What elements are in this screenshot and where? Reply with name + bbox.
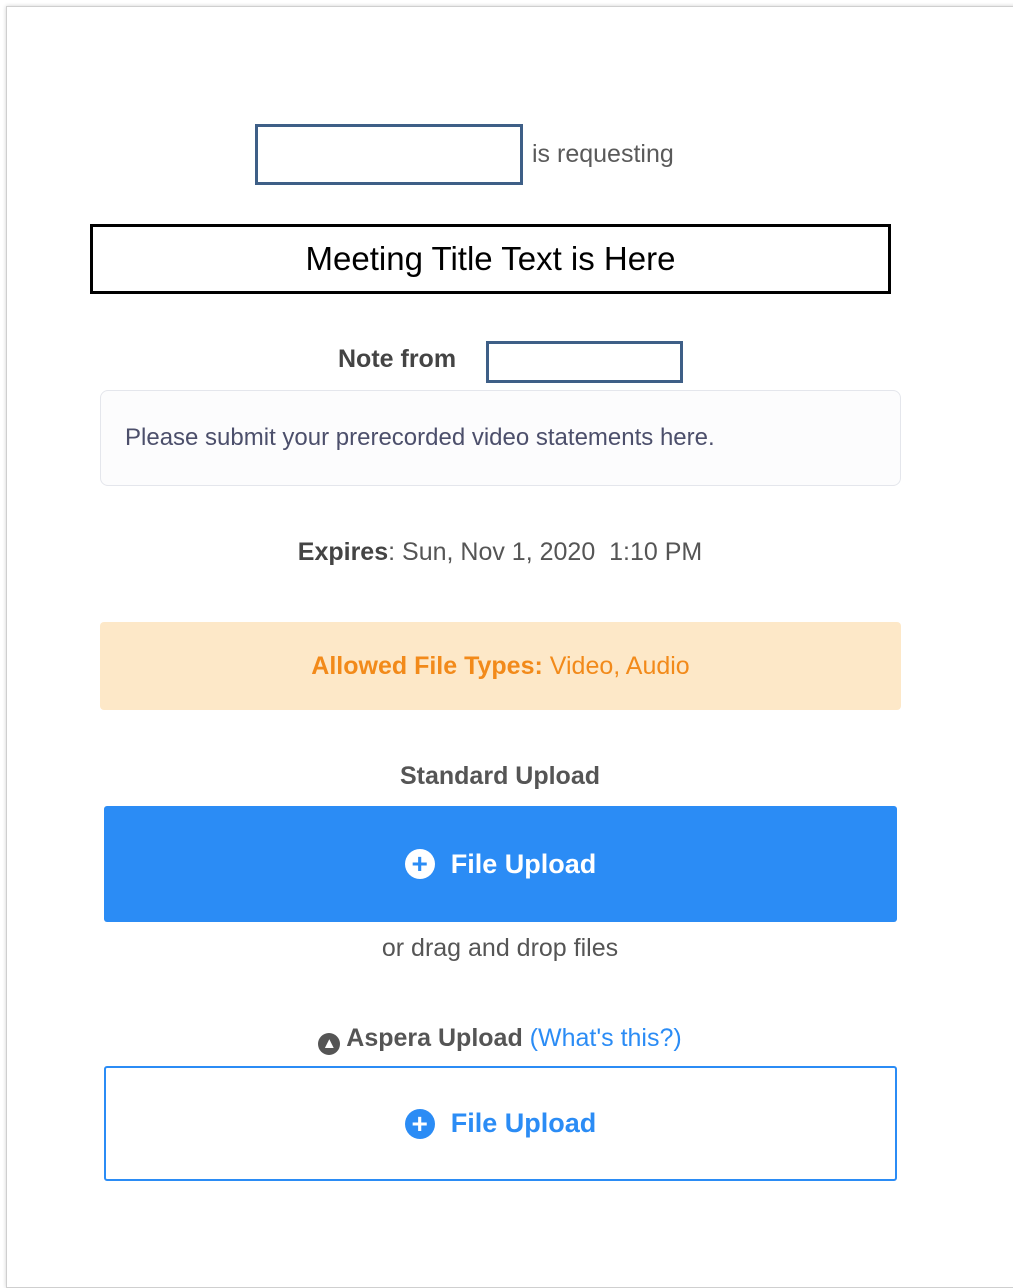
allowed-file-types-label: Allowed File Types:: [311, 651, 543, 680]
expires-line: Expires: Sun, Nov 1, 2020 1:10 PM: [0, 538, 1000, 567]
standard-upload-label: Standard Upload: [399, 762, 600, 790]
expires-value: Sun, Nov 1, 2020 1:10 PM: [402, 538, 703, 566]
aspera-file-upload-button[interactable]: + File Upload: [104, 1066, 897, 1181]
aspera-icon: ▲: [318, 1033, 341, 1055]
standard-file-upload-button[interactable]: + File Upload: [104, 806, 897, 922]
drag-drop-text: or drag and drop files: [381, 934, 619, 962]
allowed-file-types-value: Video, Audio: [549, 651, 690, 680]
standard-file-upload-label: File Upload: [450, 848, 597, 879]
note-message-box: Please submit your prerecorded video sta…: [100, 390, 901, 486]
meeting-title: Meeting Title Text is Here: [90, 224, 891, 294]
aspera-upload-header: ▲ Aspera Upload (What's this?): [0, 1024, 1000, 1055]
aspera-upload-label: Aspera Upload: [346, 1024, 523, 1052]
redacted-note-author: [486, 341, 683, 383]
plus-circle-icon: +: [404, 849, 435, 879]
note-message: Please submit your prerecorded video sta…: [125, 424, 715, 451]
allowed-file-types-banner: Allowed File Types: Video, Audio: [100, 622, 901, 710]
plus-circle-icon: +: [404, 1108, 435, 1139]
note-from-label: Note from: [338, 345, 457, 373]
requesting-text: is requesting: [532, 140, 674, 168]
aspera-file-upload-label: File Upload: [450, 1108, 597, 1138]
whats-this-link[interactable]: (What's this?): [530, 1024, 682, 1052]
expires-label: Expires: [297, 538, 389, 566]
expires-colon: :: [388, 538, 403, 566]
redacted-requester-name: [255, 124, 523, 185]
